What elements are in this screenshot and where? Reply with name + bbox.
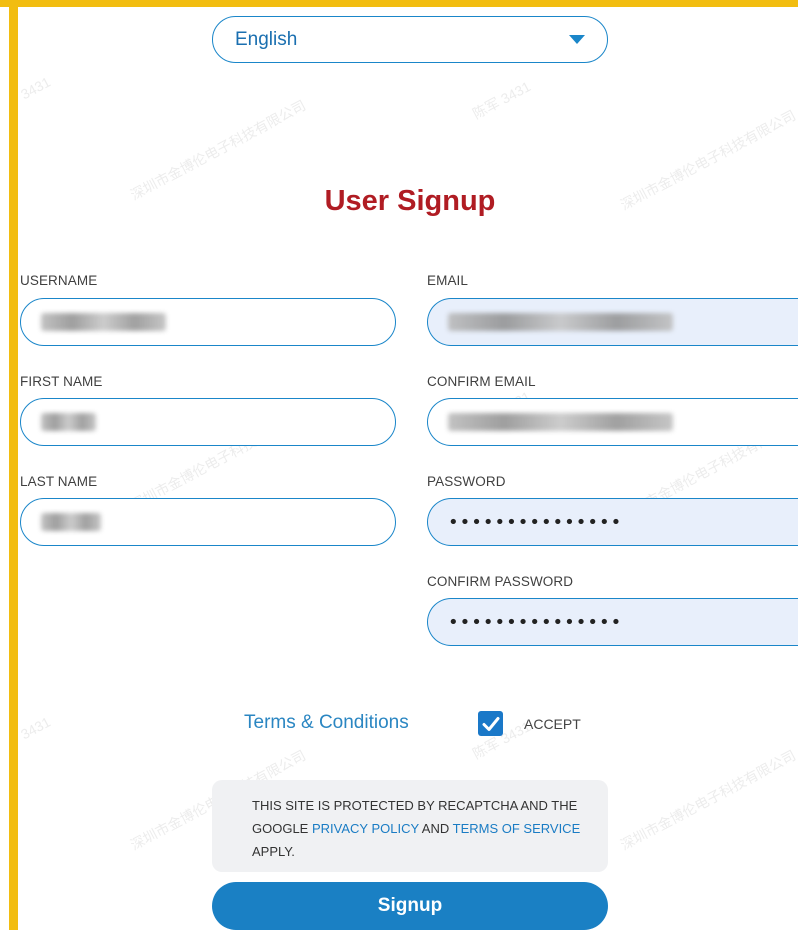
redacted-value (41, 513, 101, 531)
page-title: User Signup (324, 185, 496, 217)
password-value: ••••••••••••••• (448, 511, 623, 533)
terms-conditions-link[interactable]: Terms & Conditions (244, 712, 409, 734)
frame-left-border (9, 0, 18, 930)
first-name-label: FIRST NAME (20, 374, 103, 389)
checkmark-icon (482, 716, 499, 731)
redacted-value (41, 413, 96, 431)
language-select[interactable]: English (212, 16, 608, 63)
watermark: 深圳市金博伦电子科技有限公司 (617, 746, 798, 854)
redacted-value (41, 313, 166, 331)
confirm-email-field[interactable] (427, 398, 798, 446)
frame-top-border (0, 0, 798, 7)
accept-checkbox[interactable] (478, 711, 503, 736)
confirm-password-label: CONFIRM PASSWORD (427, 574, 574, 589)
first-name-field[interactable] (20, 398, 396, 446)
terms-of-service-link[interactable]: TERMS OF SERVICE (453, 821, 581, 836)
email-label: EMAIL (427, 273, 469, 288)
redacted-value (448, 413, 673, 431)
confirm-password-value: ••••••••••••••• (448, 611, 623, 633)
watermark: 陈军 3431 (469, 78, 534, 122)
recaptcha-notice: THIS SITE IS PROTECTED BY RECAPTCHA AND … (212, 780, 608, 872)
redacted-value (448, 313, 673, 331)
confirm-password-field[interactable]: ••••••••••••••• (427, 598, 798, 646)
username-label: USERNAME (20, 273, 98, 288)
last-name-label: LAST NAME (20, 474, 98, 489)
password-label: PASSWORD (427, 474, 506, 489)
password-field[interactable]: ••••••••••••••• (427, 498, 798, 546)
language-select-value: English (235, 28, 298, 50)
watermark: 3431 (18, 713, 54, 743)
caret-down-icon (569, 35, 585, 44)
watermark: 3431 (18, 73, 54, 103)
privacy-policy-link[interactable]: PRIVACY POLICY (312, 821, 419, 836)
recaptcha-and: AND (418, 821, 453, 836)
last-name-field[interactable] (20, 498, 396, 546)
email-field[interactable] (427, 298, 798, 346)
signup-button[interactable]: Signup (212, 882, 608, 930)
recaptcha-apply: APPLY. (252, 844, 295, 859)
confirm-email-label: CONFIRM EMAIL (427, 374, 536, 389)
username-field[interactable] (20, 298, 396, 346)
accept-label: ACCEPT (524, 716, 581, 732)
